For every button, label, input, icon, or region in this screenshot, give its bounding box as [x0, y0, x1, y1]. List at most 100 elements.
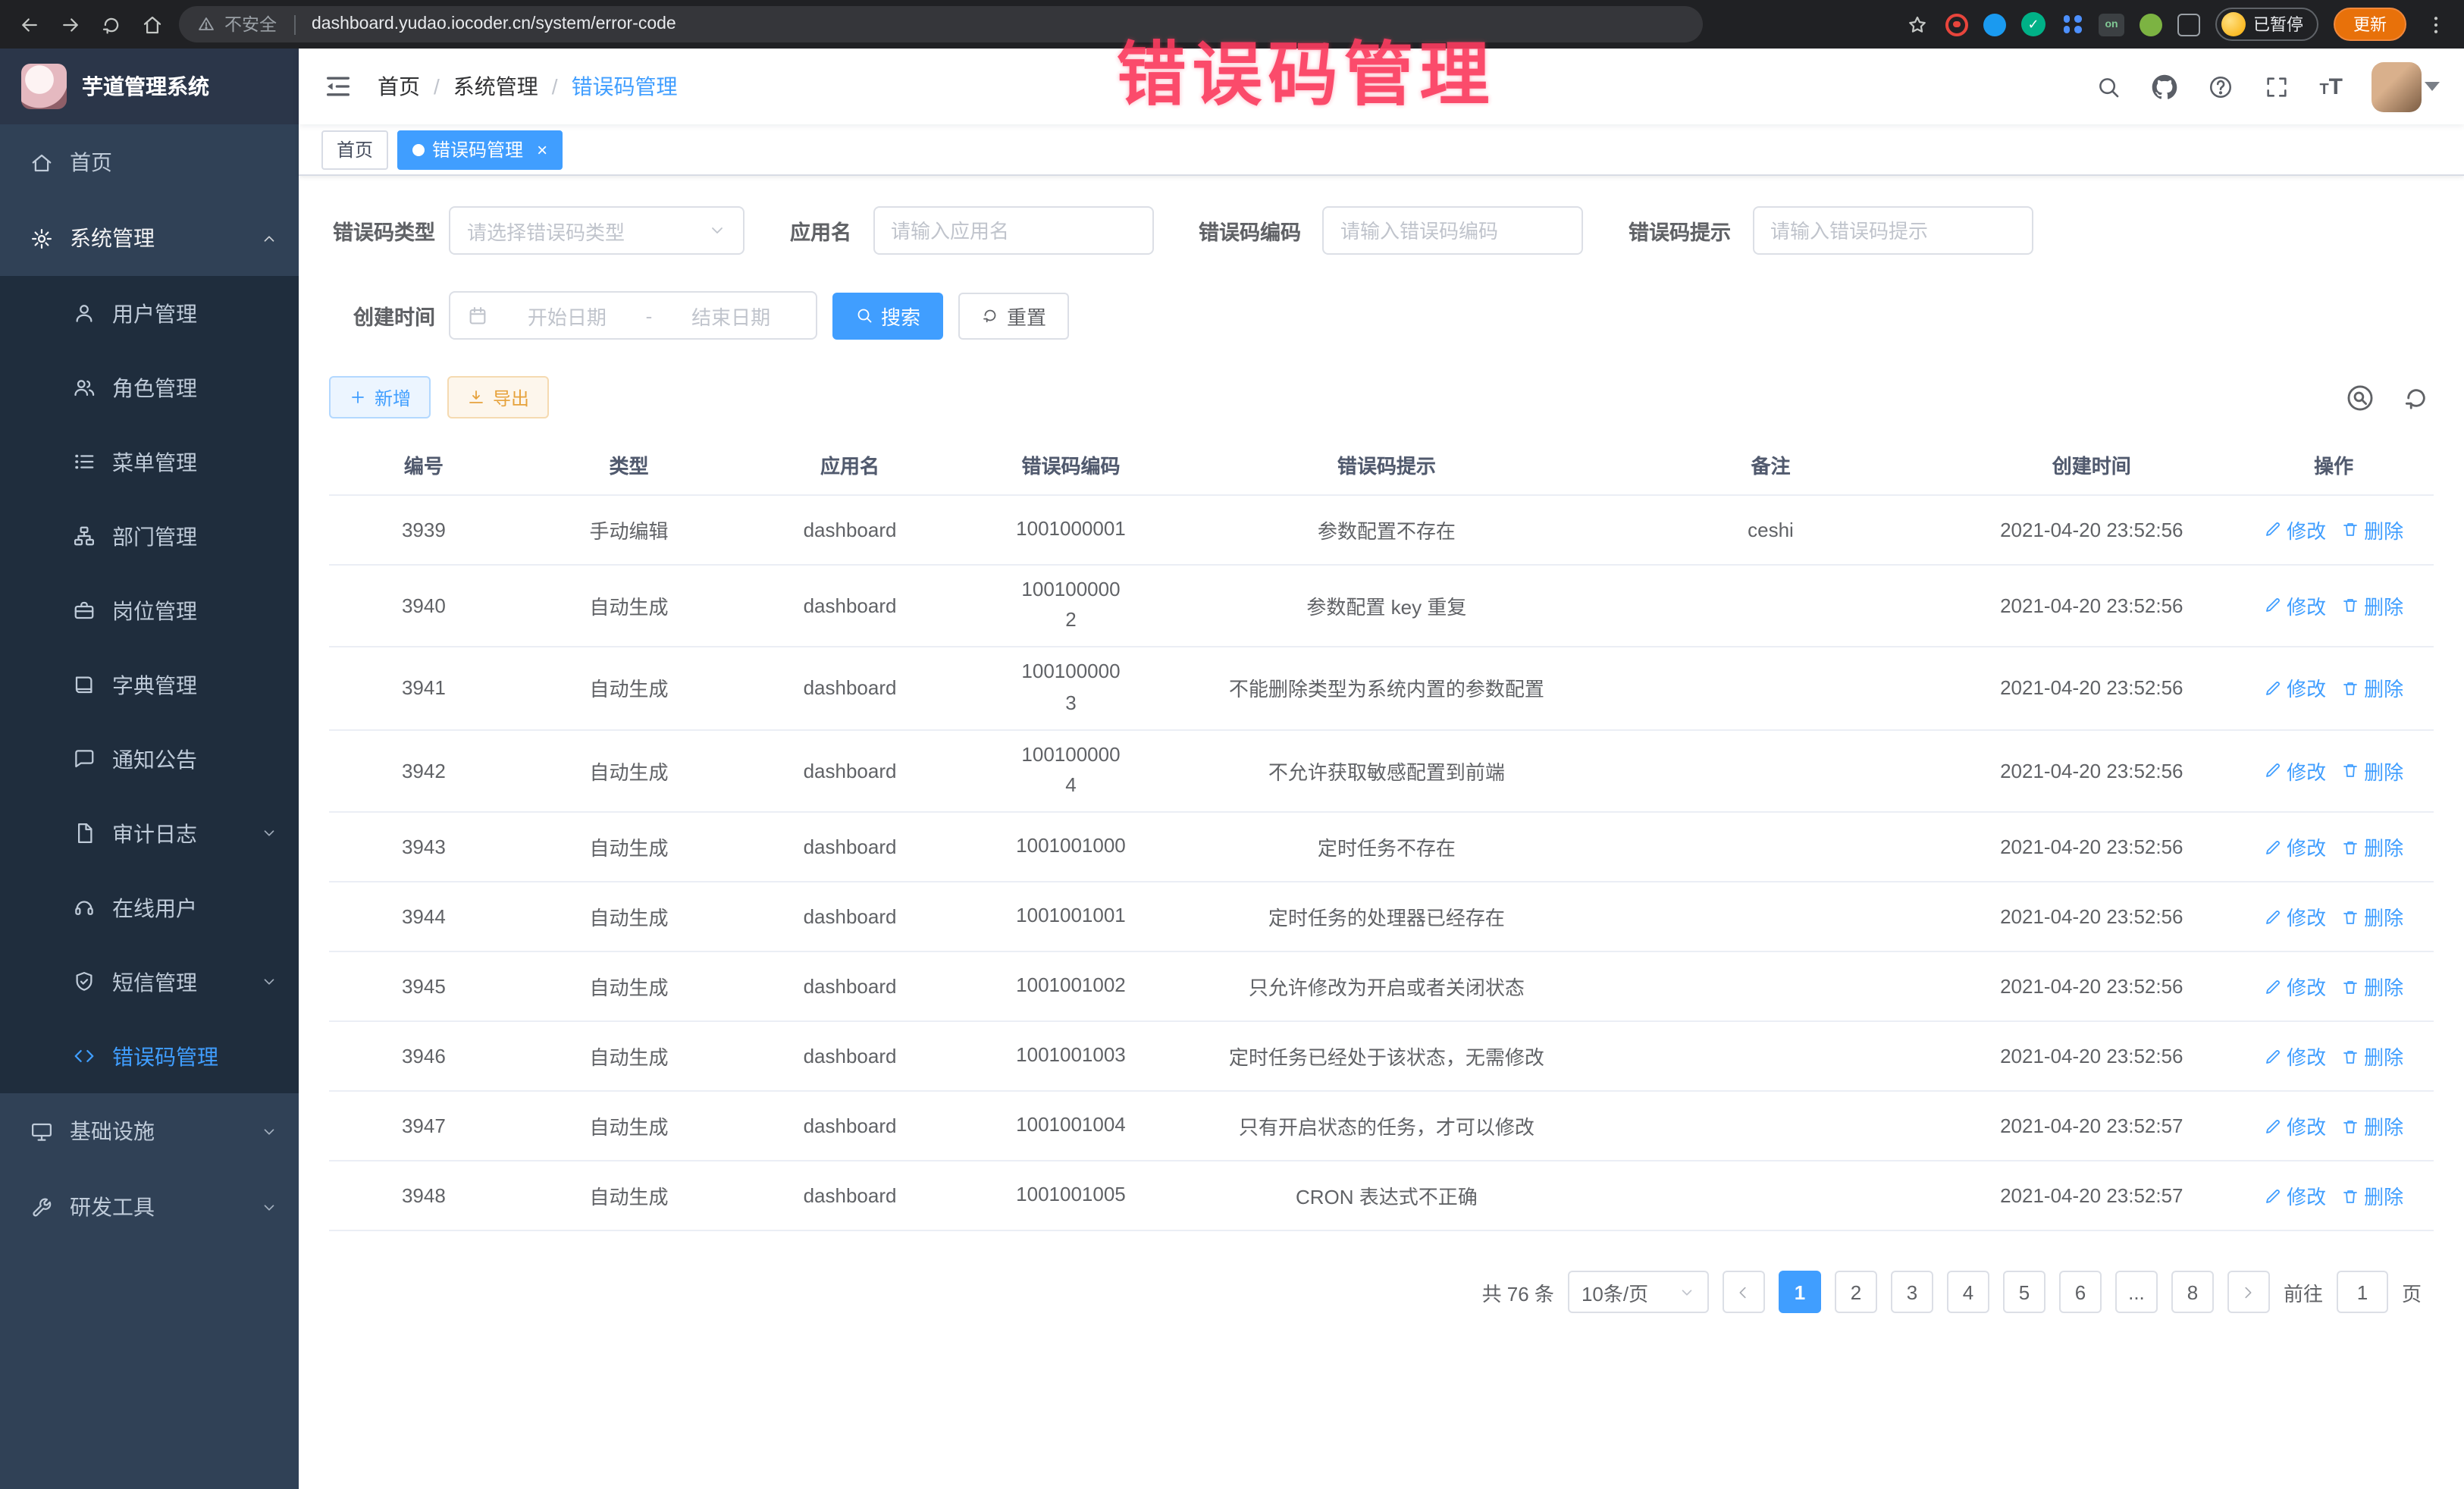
extension-on-icon[interactable]: on: [2099, 13, 2124, 36]
delete-link[interactable]: 删除: [2341, 674, 2403, 703]
user-avatar[interactable]: [2372, 61, 2422, 111]
error-type-select[interactable]: 请选择错误码类型: [449, 206, 745, 255]
extension-record-icon[interactable]: [1945, 13, 1968, 36]
page-button-6[interactable]: 6: [2059, 1271, 2102, 1314]
more-pages-button[interactable]: ...: [2115, 1271, 2158, 1314]
address-bar[interactable]: 不安全 dashboard.yudao.iocoder.cn/system/er…: [179, 6, 1703, 42]
edit-link[interactable]: 修改: [2264, 591, 2326, 620]
reload-icon[interactable]: [97, 11, 124, 38]
sidebar-item-menu-mgmt[interactable]: 菜单管理: [0, 425, 299, 499]
col-remark: 备注: [1592, 437, 1950, 494]
edit-link[interactable]: 修改: [2264, 833, 2326, 862]
chevron-down-icon: [261, 973, 277, 990]
sidebar-item-error-code-mgmt[interactable]: 错误码管理: [0, 1019, 299, 1093]
delete-link[interactable]: 删除: [2341, 1182, 2403, 1211]
update-button[interactable]: 更新: [2334, 8, 2406, 41]
add-button[interactable]: 新增: [329, 376, 431, 418]
breadcrumb-system-mgmt[interactable]: 系统管理: [453, 71, 538, 102]
fullscreen-icon[interactable]: [2263, 73, 2290, 100]
sidebar-item-user-mgmt[interactable]: 用户管理: [0, 276, 299, 350]
close-icon[interactable]: ×: [537, 140, 547, 158]
sidebar-item-infrastructure[interactable]: 基础设施: [0, 1093, 299, 1169]
delete-link[interactable]: 删除: [2341, 973, 2403, 1002]
next-page-button[interactable]: [2227, 1271, 2270, 1314]
prev-page-button[interactable]: [1723, 1271, 1765, 1314]
reset-button[interactable]: 重置: [958, 292, 1069, 339]
extension-check-icon[interactable]: ✓: [2021, 12, 2045, 36]
back-icon[interactable]: [15, 11, 42, 38]
delete-link[interactable]: 删除: [2341, 591, 2403, 620]
breadcrumb-separator: /: [434, 74, 440, 99]
search-icon[interactable]: [2095, 73, 2122, 100]
app-title: 芋道管理系统: [82, 71, 209, 102]
extensions-puzzle-icon[interactable]: [2177, 13, 2200, 36]
home-icon[interactable]: [138, 11, 165, 38]
sidebar-item-dict-mgmt[interactable]: 字典管理: [0, 647, 299, 722]
sidebar-item-system-mgmt[interactable]: 系统管理: [0, 200, 299, 276]
edit-link[interactable]: 修改: [2264, 973, 2326, 1002]
edit-link[interactable]: 修改: [2264, 1112, 2326, 1141]
sidebar-item-sms-mgmt[interactable]: 短信管理: [0, 945, 299, 1019]
edit-link[interactable]: 修改: [2264, 1042, 2326, 1071]
app-logo[interactable]: 芋道管理系统: [0, 49, 299, 124]
date-range-picker[interactable]: 开始日期 - 结束日期: [449, 291, 817, 340]
edit-link[interactable]: 修改: [2264, 757, 2326, 785]
error-code-input[interactable]: [1340, 219, 1565, 242]
font-size-icon[interactable]: TT: [2319, 75, 2343, 98]
page-button-5[interactable]: 5: [2003, 1271, 2045, 1314]
paused-profile-chip[interactable]: 已暂停: [2215, 8, 2318, 41]
sidebar-item-notice[interactable]: 通知公告: [0, 722, 299, 796]
delete-link[interactable]: 删除: [2341, 1042, 2403, 1071]
sidebar-item-dept-mgmt[interactable]: 部门管理: [0, 499, 299, 573]
paused-badge-label: 已暂停: [2253, 12, 2303, 36]
page-button-1[interactable]: 1: [1779, 1271, 1821, 1314]
monitor-icon: [30, 1120, 53, 1143]
page-button-8[interactable]: 8: [2171, 1271, 2214, 1314]
breadcrumb-home[interactable]: 首页: [378, 71, 420, 102]
sidebar-item-role-mgmt[interactable]: 角色管理: [0, 350, 299, 425]
refresh-table-icon[interactable]: [2397, 379, 2434, 415]
trash-icon: [2341, 1187, 2359, 1205]
extension-drop-icon[interactable]: [1983, 13, 2006, 36]
delete-link[interactable]: 删除: [2341, 1112, 2403, 1141]
delete-link[interactable]: 删除: [2341, 833, 2403, 862]
app-name-input[interactable]: [891, 219, 1135, 242]
delete-link[interactable]: 删除: [2341, 903, 2403, 932]
page-button-3[interactable]: 3: [1891, 1271, 1933, 1314]
edit-link[interactable]: 修改: [2264, 903, 2326, 932]
edit-link[interactable]: 修改: [2264, 515, 2326, 544]
page-button-4[interactable]: 4: [1947, 1271, 1989, 1314]
edit-link[interactable]: 修改: [2264, 674, 2326, 703]
extension-grid-icon[interactable]: [2061, 13, 2083, 36]
tab-home[interactable]: 首页: [321, 130, 388, 169]
browser-menu-icon[interactable]: [2422, 11, 2449, 38]
chevron-down-icon: [261, 1123, 277, 1139]
sidebar-item-post-mgmt[interactable]: 岗位管理: [0, 573, 299, 647]
sidebar-item-home[interactable]: 首页: [0, 124, 299, 200]
tab-error-code-mgmt[interactable]: 错误码管理 ×: [397, 130, 563, 169]
refresh-icon: [981, 306, 999, 324]
search-button[interactable]: 搜索: [832, 292, 943, 339]
page-size-select[interactable]: 10条/页: [1568, 1271, 1709, 1314]
delete-link[interactable]: 删除: [2341, 757, 2403, 785]
table-row: 3945 自动生成 dashboard 1001001002 只允许修改为开启或…: [329, 952, 2434, 1022]
delete-link[interactable]: 删除: [2341, 515, 2403, 544]
help-icon[interactable]: [2207, 73, 2234, 100]
error-msg-input[interactable]: [1770, 219, 2014, 242]
forward-icon[interactable]: [56, 11, 83, 38]
bookmark-star-icon[interactable]: [1903, 11, 1930, 38]
sidebar-item-audit-log[interactable]: 审计日志: [0, 796, 299, 870]
error-code-field: [1322, 206, 1583, 255]
edit-link[interactable]: 修改: [2264, 1182, 2326, 1211]
breadcrumb: 首页 / 系统管理 / 错误码管理: [378, 71, 678, 102]
sidebar-item-dev-tools[interactable]: 研发工具: [0, 1169, 299, 1245]
extension-green-icon[interactable]: [2140, 13, 2162, 36]
goto-page-input[interactable]: [2337, 1271, 2388, 1314]
github-icon[interactable]: [2151, 73, 2178, 100]
hamburger-icon[interactable]: [323, 71, 353, 102]
export-button[interactable]: 导出: [447, 376, 549, 418]
page-button-2[interactable]: 2: [1835, 1271, 1877, 1314]
org-tree-icon: [73, 525, 96, 547]
sidebar-item-online-users[interactable]: 在线用户: [0, 870, 299, 945]
toggle-search-icon[interactable]: [2341, 379, 2378, 415]
